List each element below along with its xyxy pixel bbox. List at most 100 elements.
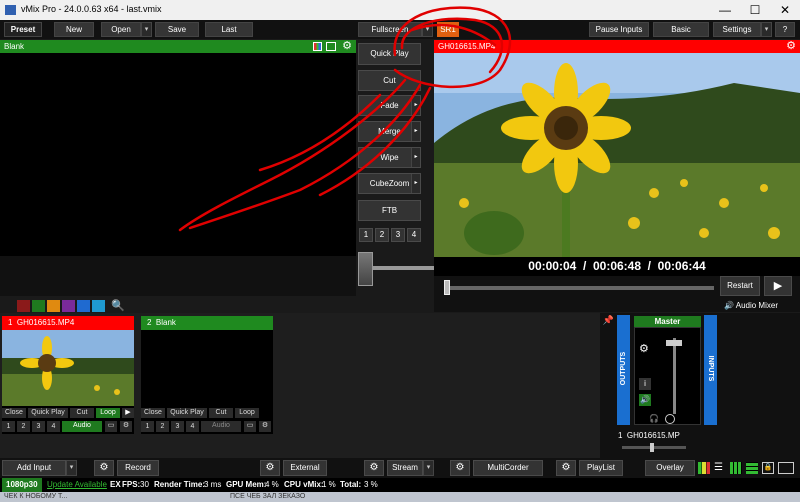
input-1-gear-icon[interactable]: ⚙: [120, 421, 132, 432]
last-button[interactable]: Last: [205, 22, 253, 37]
settings-button[interactable]: Settings: [713, 22, 761, 37]
playlist-button[interactable]: PlayList: [579, 460, 623, 476]
headphones-icon[interactable]: 🎧: [649, 414, 659, 423]
multicorder-gear-icon[interactable]: ⚙: [450, 460, 470, 476]
fade-button[interactable]: Fade ▸: [358, 95, 421, 116]
input-1-num-4[interactable]: 4: [47, 421, 60, 432]
fullscreen-button[interactable]: Fullscreen: [358, 22, 422, 37]
input-1-audio-button[interactable]: Audio: [62, 421, 102, 432]
stream-button[interactable]: Stream: [387, 460, 423, 476]
colour-swatch-blue[interactable]: [77, 300, 90, 312]
external-button[interactable]: External: [283, 460, 327, 476]
input-1-thumbnail[interactable]: [2, 330, 134, 406]
fullscreen-icon[interactable]: [778, 462, 794, 474]
input-2-audio-button[interactable]: Audio: [201, 421, 241, 432]
minimize-button[interactable]: —: [710, 0, 740, 20]
add-input-dropdown-icon[interactable]: ▾: [66, 460, 77, 476]
t-bar-track[interactable]: [372, 266, 434, 270]
taskbar-item-mid[interactable]: ПСЕ ЧЕБ ЗАЛ ЗЕКАЗО: [230, 492, 305, 502]
input-2-num-1[interactable]: 1: [141, 421, 154, 432]
merge-button[interactable]: Merge ▸: [358, 121, 421, 142]
search-icon[interactable]: 🔍: [111, 299, 125, 312]
multicorder-button[interactable]: MultiCorder: [473, 460, 543, 476]
output-seek-bar[interactable]: [444, 286, 714, 290]
ftb-button[interactable]: FTB: [358, 200, 421, 221]
maximize-button[interactable]: ☐: [740, 0, 770, 20]
cubezoom-dropdown-icon[interactable]: ▸: [411, 174, 420, 193]
meters-icon[interactable]: [698, 462, 710, 474]
merge-dropdown-icon[interactable]: ▸: [411, 122, 420, 141]
record-button[interactable]: Record: [117, 460, 159, 476]
external-gear-icon[interactable]: ⚙: [260, 460, 280, 476]
inputs-bar[interactable]: INPUTS: [704, 315, 717, 425]
lock-icon[interactable]: 🔒: [762, 462, 774, 474]
master-gear-icon[interactable]: ⚙: [639, 342, 649, 355]
taskbar-item-left[interactable]: ЧЕК К НОБОМУ Т...: [4, 492, 67, 502]
record-gear-icon[interactable]: ⚙: [94, 460, 114, 476]
close-button[interactable]: ✕: [770, 0, 800, 20]
settings-dropdown-icon[interactable]: ▾: [761, 22, 772, 37]
play-icon[interactable]: ▶: [764, 276, 792, 296]
output-gear-icon[interactable]: ⚙: [786, 40, 796, 53]
cut-button[interactable]: Cut: [358, 70, 421, 91]
grid-icon[interactable]: [730, 462, 742, 474]
input-1-loop-button[interactable]: Loop: [96, 408, 120, 418]
pin-icon[interactable]: 📌: [602, 315, 615, 327]
input-2-gear-icon[interactable]: ⚙: [259, 421, 271, 432]
input-2-cut-button[interactable]: Cut: [209, 408, 233, 418]
colour-swatch-orange[interactable]: [47, 300, 60, 312]
input-2-close-button[interactable]: Close: [141, 408, 165, 418]
colour-swatch-red[interactable]: [17, 300, 30, 312]
overlay-button[interactable]: Overlay: [645, 460, 695, 476]
input-2-thumbnail[interactable]: [141, 330, 273, 406]
colour-icon[interactable]: [313, 42, 322, 51]
quick-play-button[interactable]: Quick Play: [358, 43, 421, 65]
wipe-dropdown-icon[interactable]: ▸: [411, 148, 420, 167]
help-button[interactable]: ?: [775, 22, 795, 37]
open-dropdown-icon[interactable]: ▾: [141, 22, 152, 37]
master-info-icon[interactable]: i: [639, 378, 651, 390]
master-speaker-icon[interactable]: 🔊: [639, 394, 651, 406]
input-1-quick-play-button[interactable]: Quick Play: [28, 408, 68, 418]
master-fader-track[interactable]: [673, 338, 676, 414]
screen-icon[interactable]: [326, 42, 336, 51]
input-2-quick-play-button[interactable]: Quick Play: [167, 408, 207, 418]
master-fader-handle[interactable]: [666, 340, 682, 346]
input-1-num-1[interactable]: 1: [2, 421, 15, 432]
transition-num-3[interactable]: 3: [391, 228, 405, 242]
audio-mixer-toggle[interactable]: 🔊 Audio Mixer: [724, 300, 800, 312]
input-2-num-4[interactable]: 4: [186, 421, 199, 432]
input-1-monitor-icon[interactable]: ▭: [105, 421, 117, 432]
mixer-channel-1-fader[interactable]: [622, 446, 686, 449]
update-available-link[interactable]: Update Available: [47, 478, 107, 492]
colour-swatch-cyan[interactable]: [92, 300, 105, 312]
input-2-num-3[interactable]: 3: [171, 421, 184, 432]
preset-button[interactable]: Preset: [4, 22, 42, 37]
output-seek-handle[interactable]: [444, 280, 450, 295]
input-2-loop-button[interactable]: Loop: [235, 408, 259, 418]
input-card-2[interactable]: 2 Blank Close Quick Play Cut Loop 1 2 3 …: [141, 316, 273, 434]
master-pan-icon[interactable]: [665, 414, 675, 424]
stream-gear-icon[interactable]: ⚙: [364, 460, 384, 476]
wipe-button[interactable]: Wipe ▸: [358, 147, 421, 168]
input-1-cut-button[interactable]: Cut: [70, 408, 94, 418]
playlist-gear-icon[interactable]: ⚙: [556, 460, 576, 476]
restart-button[interactable]: Restart: [720, 276, 760, 296]
colour-swatch-purple[interactable]: [62, 300, 75, 312]
transition-num-2[interactable]: 2: [375, 228, 389, 242]
input-card-1[interactable]: 1 GH016615.MP4 Close Quick Play Cut Loop…: [2, 316, 134, 434]
outputs-bar[interactable]: OUTPUTS: [617, 315, 630, 425]
fade-dropdown-icon[interactable]: ▸: [411, 96, 420, 115]
colour-swatch-green[interactable]: [32, 300, 45, 312]
transition-num-4[interactable]: 4: [407, 228, 421, 242]
fullscreen-dropdown-icon[interactable]: ▾: [422, 22, 433, 37]
mixer-channel-1-fader-handle[interactable]: [650, 443, 654, 452]
list-icon[interactable]: ☰: [714, 462, 726, 474]
basic-button[interactable]: Basic: [653, 22, 709, 37]
multiview-icon[interactable]: [746, 462, 758, 474]
input-1-play-icon[interactable]: ▶: [122, 408, 134, 418]
t-bar-handle[interactable]: [358, 252, 373, 286]
stream-dropdown-icon[interactable]: ▾: [423, 460, 434, 476]
input-1-close-button[interactable]: Close: [2, 408, 26, 418]
open-button[interactable]: Open: [101, 22, 141, 37]
